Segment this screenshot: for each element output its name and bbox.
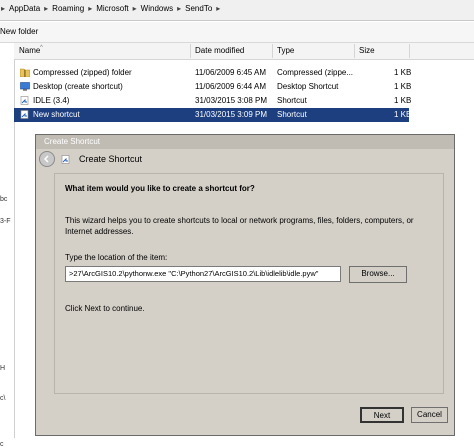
- file-size: 1 KB: [394, 96, 412, 105]
- shortcut-file-icon: [20, 96, 29, 105]
- continue-instruction: Click Next to continue.: [65, 304, 145, 313]
- create-shortcut-dialog: Create Shortcut Create Shortcut What ite…: [35, 134, 455, 436]
- nav-fragment: c\: [0, 395, 6, 402]
- navigation-pane[interactable]: bc 3-F H c\ c: [0, 43, 15, 448]
- nav-fragment: 3-F: [0, 218, 11, 225]
- file-name: Compressed (zipped) folder: [33, 68, 132, 77]
- cancel-button[interactable]: Cancel: [411, 407, 448, 423]
- nav-fragment: c: [0, 441, 4, 448]
- column-type[interactable]: Type: [277, 46, 294, 55]
- file-type: Shortcut: [277, 96, 307, 105]
- file-size: 1 KB: [394, 110, 412, 119]
- browse-button[interactable]: Browse...: [349, 266, 407, 283]
- file-row[interactable]: Compressed (zipped) folder 11/06/2009 6:…: [14, 66, 412, 80]
- new-folder-button[interactable]: New folder: [0, 27, 38, 36]
- file-date: 31/03/2015 3:08 PM: [195, 96, 268, 105]
- file-date: 31/03/2015 3:09 PM: [195, 110, 268, 119]
- dialog-header: Create Shortcut: [79, 154, 143, 164]
- wizard-description: This wizard helps you to create shortcut…: [65, 216, 414, 236]
- nav-fragment: bc: [0, 196, 8, 203]
- file-row[interactable]: IDLE (3.4) 31/03/2015 3:08 PM Shortcut 1…: [14, 94, 412, 108]
- dialog-window-title: Create Shortcut: [44, 137, 101, 146]
- location-label: Type the location of the item:: [65, 253, 168, 262]
- dialog-title-bar[interactable]: Create Shortcut: [36, 135, 454, 149]
- shortcut-wizard-icon: [61, 155, 70, 164]
- file-date: 11/06/2009 6:45 AM: [195, 68, 267, 77]
- column-divider[interactable]: [272, 44, 273, 58]
- nav-fragment: H: [0, 365, 6, 372]
- breadcrumb-sendto[interactable]: SendTo: [182, 4, 215, 13]
- breadcrumb-microsoft[interactable]: Microsoft: [93, 4, 131, 13]
- desktop-icon: [20, 82, 30, 91]
- sort-arrow-icon: ^: [40, 45, 43, 51]
- file-type: Shortcut: [277, 110, 307, 119]
- breadcrumb-windows[interactable]: Windows: [138, 4, 176, 13]
- column-divider[interactable]: [354, 44, 355, 58]
- location-input[interactable]: >27\ArcGIS10.2\pythonw.exe "C:\Python27\…: [65, 266, 341, 282]
- column-header: Name ^ Date modified Type Size: [14, 43, 474, 60]
- file-name: Desktop (create shortcut): [33, 82, 123, 91]
- back-arrow-icon[interactable]: [39, 151, 55, 167]
- column-divider[interactable]: [409, 44, 410, 58]
- breadcrumb-appdata[interactable]: AppData: [6, 4, 43, 13]
- file-name: New shortcut: [33, 110, 80, 119]
- next-button[interactable]: Next: [360, 407, 404, 423]
- wizard-content: What item would you like to create a sho…: [54, 173, 444, 394]
- file-date: 11/06/2009 6:44 AM: [195, 82, 267, 91]
- file-size: 1 KB: [394, 68, 412, 77]
- column-date-modified[interactable]: Date modified: [195, 46, 244, 55]
- shortcut-file-icon: [20, 110, 29, 119]
- breadcrumb-roaming[interactable]: Roaming: [49, 4, 87, 13]
- file-row-selected[interactable]: New shortcut 31/03/2015 3:09 PM Shortcut…: [14, 108, 412, 122]
- breadcrumb: ▸ AppData ▸ Roaming ▸ Microsoft ▸ Window…: [0, 4, 221, 13]
- toolbar: New folder: [0, 22, 474, 43]
- breadcrumb-separator[interactable]: ▸: [215, 4, 221, 13]
- file-type: Desktop Shortcut: [277, 82, 339, 91]
- file-type: Compressed (zippe...: [277, 68, 354, 77]
- column-size[interactable]: Size: [359, 46, 375, 55]
- address-bar[interactable]: ▸ AppData ▸ Roaming ▸ Microsoft ▸ Window…: [0, 0, 474, 21]
- file-name: IDLE (3.4): [33, 96, 70, 105]
- zip-folder-icon: [20, 68, 30, 77]
- wizard-question: What item would you like to create a sho…: [65, 184, 255, 193]
- file-size: 1 KB: [394, 82, 412, 91]
- column-divider[interactable]: [190, 44, 191, 58]
- column-name[interactable]: Name: [19, 46, 40, 55]
- file-row[interactable]: Desktop (create shortcut) 11/06/2009 6:4…: [14, 80, 412, 94]
